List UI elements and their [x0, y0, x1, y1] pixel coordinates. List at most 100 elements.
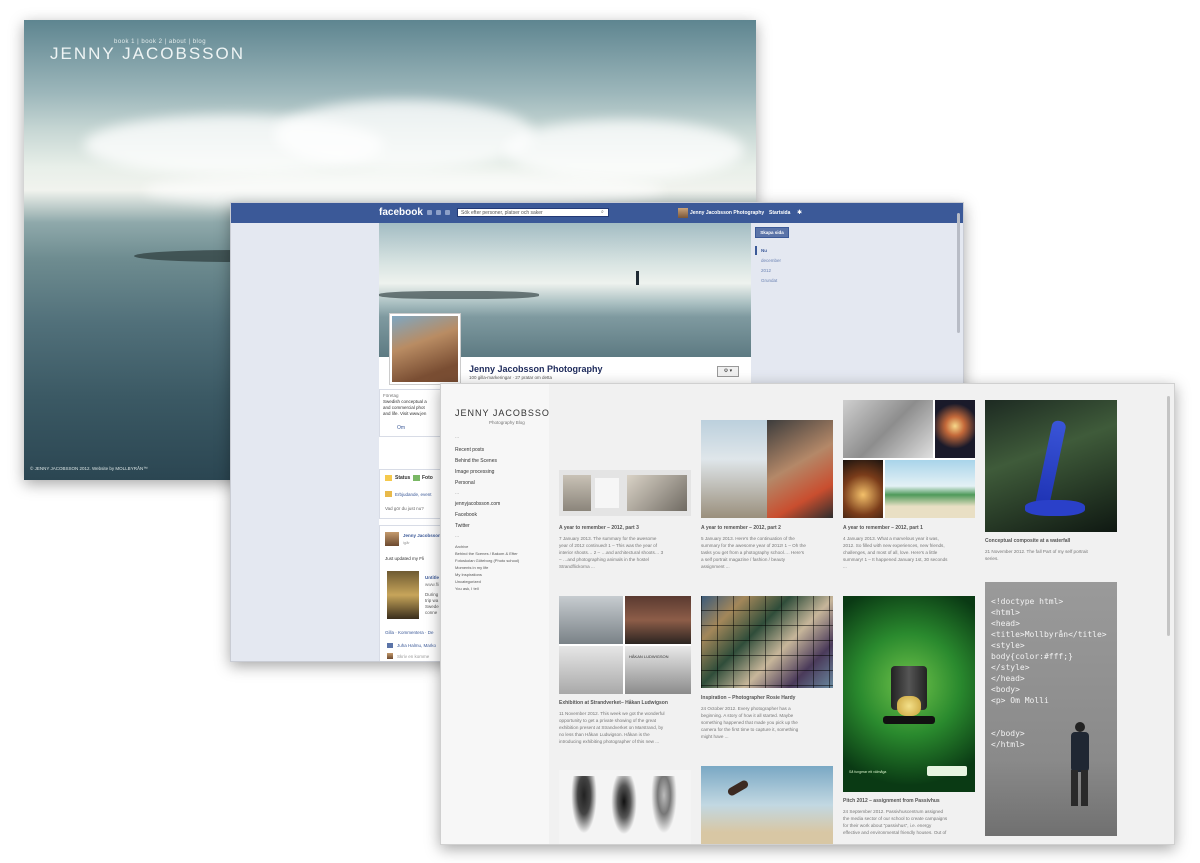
post-title[interactable]: A year to remember – 2012, part 2 — [701, 525, 781, 531]
post-actions[interactable]: Gilla · Kommentera · De — [385, 630, 434, 635]
excerpt-line: 4 January 2013. What a marvelous year it… — [843, 536, 939, 541]
post-thumbnail[interactable]: <!doctype html> <html> <head> <title>Mol… — [985, 582, 1117, 836]
excerpt-line: 24 October 2012. Every photographer has … — [701, 706, 791, 711]
link-facebook[interactable]: Facebook — [455, 512, 477, 518]
offer-event-tab[interactable]: Erbjudande, event — [395, 492, 432, 497]
post-link-url[interactable]: www.fli — [425, 582, 439, 587]
user-avatar[interactable] — [678, 208, 688, 218]
gear-icon[interactable]: ✱ — [797, 209, 802, 216]
home-link[interactable]: Startsida — [769, 210, 790, 216]
scrollbar[interactable] — [957, 213, 960, 333]
post-thumbnail[interactable] — [559, 470, 691, 516]
nav-personal[interactable]: Personal — [455, 480, 475, 486]
post-desc-line: conne — [425, 610, 438, 615]
excerpt-line: the media sector of our school to create… — [843, 816, 948, 821]
post-title[interactable]: Inspiration – Photographer Rosie Hardy — [701, 695, 795, 701]
post-thumbnail[interactable] — [985, 400, 1117, 532]
code-line: <body> — [991, 685, 1020, 694]
post-liked-by[interactable]: Juha Halmu, Marko — [397, 643, 436, 648]
archive-item[interactable]: You ask, I tell — [455, 586, 479, 591]
nav-recent-posts[interactable]: Recent posts — [455, 447, 484, 453]
post-title[interactable]: Exhibition at Strandverket– Håkan Ludwig… — [559, 700, 668, 706]
page-title[interactable]: Jenny Jacobsson Photography — [469, 364, 603, 374]
post-excerpt: 4 January 2013. What a marvelous year it… — [843, 535, 947, 570]
post-time[interactable]: igår — [403, 540, 410, 545]
archive-item[interactable]: Fotoskolan Göteborg (Photo school) — [455, 558, 519, 563]
scrollbar[interactable] — [1167, 396, 1170, 636]
post-thumbnail[interactable] — [701, 596, 833, 688]
excerpt-line: 7 January 2013. The summary for the awes… — [559, 536, 657, 541]
notifications-icon[interactable] — [445, 210, 450, 215]
friend-requests-icon[interactable] — [427, 210, 432, 215]
nav-behind-the-scenes[interactable]: Behind the Scenes — [455, 458, 497, 464]
post-thumbnail[interactable] — [843, 400, 975, 518]
user-name-link[interactable]: Jenny Jacobsson Photography — [690, 210, 764, 216]
painter-leg — [1081, 770, 1088, 806]
post-thumbnail[interactable]: HÅKAN LUDWIGSON — [559, 596, 691, 694]
status-input[interactable]: Vad gör du just nu? — [385, 506, 424, 511]
post-title[interactable]: Conceptual composite at a waterfall — [985, 538, 1070, 544]
profile-picture[interactable] — [389, 313, 461, 385]
about-text: and life. Visit www.jen — [383, 411, 427, 416]
excerpt-line: no less than Håkan Ludwigson. Håkan is t… — [559, 732, 650, 737]
post-thumbnail[interactable] — [701, 766, 833, 844]
post-thumbnail[interactable] — [701, 420, 833, 518]
timeline-indicator — [755, 246, 757, 255]
link-website[interactable]: jennyjacobsson.com — [455, 501, 500, 507]
post-image[interactable] — [387, 571, 419, 619]
post-avatar[interactable] — [385, 532, 399, 546]
excerpt-line: 11 November 2012. This week we got the w… — [559, 711, 665, 716]
post-title[interactable]: Pitch 2012 – assignment from Passivhus — [843, 798, 940, 804]
blog-logo[interactable]: JENNY JACOBSSON — [455, 408, 557, 418]
photo-icon — [413, 475, 420, 481]
timeline-item-now[interactable]: Nu — [761, 248, 767, 253]
ad-caption: Så fungerar ett välmåga — [849, 770, 887, 774]
archive-heading[interactable]: Archive — [455, 544, 468, 549]
post-title[interactable]: A year to remember – 2012, part 3 — [559, 525, 639, 531]
post-link-description: During trip wa Swede conne — [425, 592, 439, 616]
page-likes: 100 gilla-markeringar · 27 pratar om det… — [469, 375, 553, 380]
excerpt-line: 21 November 2012. The fall Part of my se… — [985, 549, 1088, 554]
settings-dropdown[interactable]: ⚙ ▾ — [717, 366, 739, 377]
excerpt-line: assignment ... — [701, 564, 730, 569]
create-page-button[interactable]: Skapa sida — [755, 227, 789, 238]
post-author[interactable]: Jenny Jacobsson — [403, 533, 441, 538]
status-icon — [385, 475, 392, 481]
post-thumbnail[interactable]: Så fungerar ett välmåga — [843, 596, 975, 792]
archive-item[interactable]: Uncategorized — [455, 579, 481, 584]
portfolio-logo[interactable]: JENNY JACOBSSON — [50, 44, 245, 64]
search-icon[interactable]: ⌕ — [601, 209, 604, 215]
divider: ... — [455, 434, 460, 440]
comment-input[interactable]: Skriv en komme — [397, 654, 429, 659]
facebook-logo[interactable]: facebook — [379, 207, 423, 218]
cloud — [274, 100, 534, 170]
timeline-item-2012[interactable]: 2012 — [761, 268, 771, 273]
archive-item[interactable]: Behind the Scenes / Bakom & Efter — [455, 551, 518, 556]
code-line: </style> — [991, 663, 1030, 672]
nav-image-processing[interactable]: Image processing — [455, 469, 494, 475]
post-link-title[interactable]: Untitle — [425, 575, 439, 580]
post-excerpt: 24 September 2012. Passivhuscentrum assi… — [843, 808, 947, 836]
code-line: <style> — [991, 641, 1025, 650]
cloud — [504, 120, 744, 180]
archive-item[interactable]: My Inspirations — [455, 572, 482, 577]
sponsor-logo — [927, 766, 967, 776]
excerpt-line: might have ... — [701, 734, 729, 739]
photo-tab[interactable]: Foto — [422, 475, 433, 481]
link-twitter[interactable]: Twitter — [455, 523, 470, 529]
excerpt-line: 24 September 2012. Passivhuscentrum assi… — [843, 809, 944, 814]
blog-screenshot: JENNY JACOBSSON Photography Blog ... Rec… — [440, 383, 1175, 845]
excerpt-line: 2012. So filled with new experiences, ne… — [843, 543, 945, 548]
messages-icon[interactable] — [436, 210, 441, 215]
about-link[interactable]: Om — [397, 425, 405, 431]
post-title[interactable]: A year to remember – 2012, part 1 — [843, 525, 923, 531]
timeline-item-founded[interactable]: Grundat — [761, 278, 777, 283]
code-writing: <!doctype html> <html> <head> <title>Mol… — [991, 596, 1107, 750]
archive-item[interactable]: Moments in my life — [455, 565, 488, 570]
excerpt-line: 5 January 2013. Here's the continuation … — [701, 536, 795, 541]
post-thumbnail[interactable] — [559, 770, 691, 844]
post-excerpt: 21 November 2012. The fall Part of my se… — [985, 548, 1088, 562]
timeline-item-december[interactable]: december — [761, 258, 781, 263]
status-tab[interactable]: Status — [395, 475, 410, 481]
facebook-search-input[interactable]: Sök efter personer, platser och saker — [457, 208, 609, 217]
